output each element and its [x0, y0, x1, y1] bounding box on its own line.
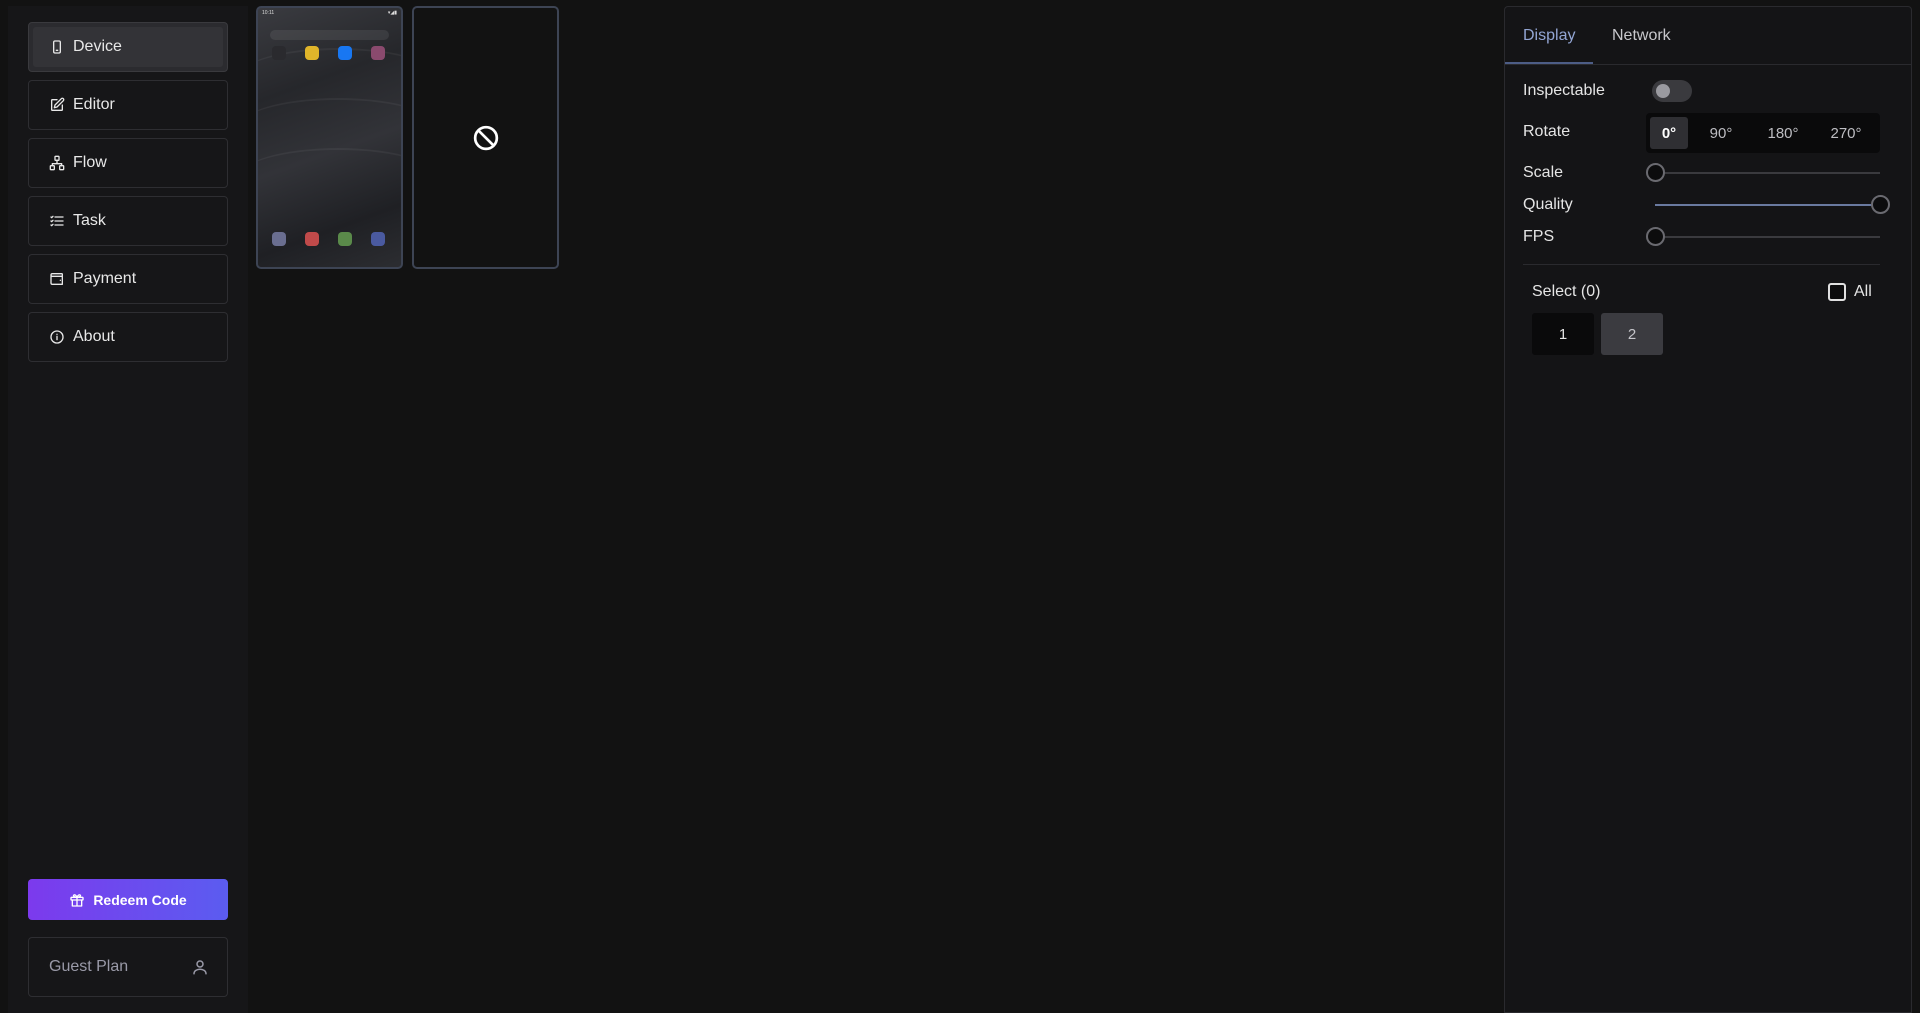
device-search-bar — [270, 30, 389, 40]
fps-label: FPS — [1523, 228, 1555, 245]
sidebar-item-label: Device — [73, 38, 122, 55]
active-tab-indicator — [1505, 62, 1593, 64]
inspectable-label: Inspectable — [1523, 82, 1605, 99]
sidebar-item-label: Flow — [73, 154, 107, 171]
rotate-270-button[interactable]: 270° — [1816, 117, 1876, 149]
quality-label: Quality — [1523, 196, 1573, 213]
signal-icon: ▾◢▮ — [387, 10, 397, 16]
slider-knob[interactable] — [1646, 163, 1665, 182]
info-icon — [49, 329, 65, 345]
app-icon — [305, 232, 319, 246]
sidebar-item-task[interactable]: Task — [28, 196, 228, 246]
slider-fill — [1655, 204, 1880, 206]
fps-slider[interactable] — [1646, 227, 1880, 246]
app-icon — [371, 232, 385, 246]
quality-slider[interactable] — [1655, 195, 1890, 214]
rotate-segmented-control: 0° 90° 180° 270° — [1646, 113, 1880, 153]
app-icon — [338, 232, 352, 246]
device-thumbnail-2[interactable] — [412, 6, 559, 269]
select-device-2-button[interactable]: 2 — [1601, 313, 1663, 355]
sidebar-item-flow[interactable]: Flow — [28, 138, 228, 188]
device-icon — [49, 39, 65, 55]
device-status-bar: 10:11 ▾◢▮ — [262, 10, 397, 16]
sidebar-item-label: Task — [73, 212, 106, 229]
app-icon — [272, 232, 286, 246]
sidebar-item-device[interactable]: Device — [28, 22, 228, 72]
select-all-checkbox[interactable] — [1828, 283, 1846, 301]
sidebar-item-label: Payment — [73, 270, 137, 287]
app-icon — [272, 46, 286, 60]
redeem-code-button[interactable]: Redeem Code — [28, 879, 228, 920]
slider-knob[interactable] — [1871, 195, 1890, 214]
tab-network[interactable]: Network — [1612, 27, 1671, 45]
scale-slider[interactable] — [1646, 163, 1880, 182]
facebook-app-icon — [338, 46, 352, 60]
edit-icon — [49, 97, 65, 113]
guest-plan-label: Guest Plan — [49, 958, 129, 975]
flow-icon — [49, 155, 65, 171]
device-time: 10:11 — [262, 10, 275, 16]
task-list-icon — [49, 213, 65, 229]
device-thumbnail-1[interactable]: 10:11 ▾◢▮ — [256, 6, 403, 269]
user-icon — [193, 960, 207, 975]
panel-tabs: Display Network — [1505, 7, 1911, 65]
sidebar-item-label: About — [73, 328, 115, 345]
sidebar-item-payment[interactable]: Payment — [28, 254, 228, 304]
app-icon — [371, 46, 385, 60]
settings-panel: Display Network Inspectable Rotate 0° 90… — [1504, 6, 1912, 1013]
sidebar-item-label: Editor — [73, 96, 115, 113]
tab-display[interactable]: Display — [1523, 27, 1575, 45]
rotate-0-button[interactable]: 0° — [1650, 117, 1688, 149]
wallet-icon — [49, 271, 65, 287]
sidebar-item-about[interactable]: About — [28, 312, 228, 362]
rotate-label: Rotate — [1523, 123, 1571, 140]
scale-label: Scale — [1523, 164, 1564, 181]
rotate-180-button[interactable]: 180° — [1754, 117, 1812, 149]
app-icon — [305, 46, 319, 60]
select-count-label: Select (0) — [1532, 283, 1601, 300]
wallpaper-wave — [258, 148, 401, 208]
rotate-90-button[interactable]: 90° — [1694, 117, 1748, 149]
slider-knob[interactable] — [1646, 227, 1665, 246]
gift-icon — [70, 893, 84, 907]
select-device-1-button[interactable]: 1 — [1532, 313, 1594, 355]
select-all-label: All — [1854, 283, 1872, 300]
divider — [1523, 264, 1880, 265]
no-connection-icon — [473, 125, 498, 150]
redeem-code-label: Redeem Code — [93, 891, 187, 908]
guest-plan-button[interactable]: Guest Plan — [28, 937, 228, 997]
inspectable-toggle[interactable] — [1652, 80, 1692, 102]
sidebar: Device Editor Flow Task Payment About Re… — [8, 6, 248, 1013]
sidebar-item-editor[interactable]: Editor — [28, 80, 228, 130]
